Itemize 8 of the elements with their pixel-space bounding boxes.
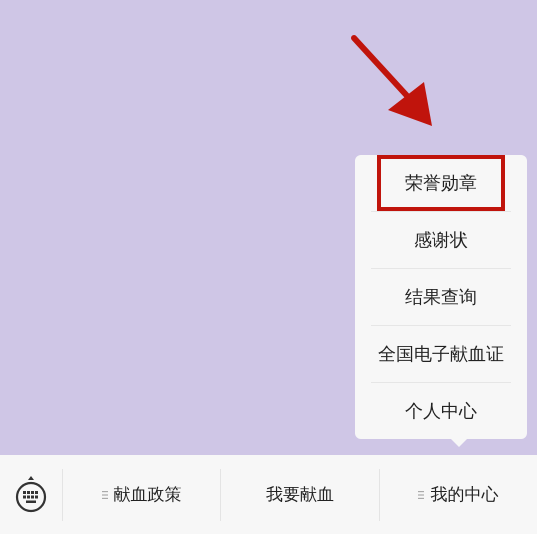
menu-item[interactable]: 全国电子献血证	[371, 326, 511, 382]
menu-item[interactable]: 荣誉勋章	[377, 155, 505, 211]
menu-item[interactable]: 结果查询	[371, 269, 511, 325]
menu-item[interactable]: 感谢状	[371, 212, 511, 268]
menu-tab[interactable]: 我要献血	[220, 468, 379, 520]
menu-item[interactable]: 个人中心	[371, 383, 511, 439]
menu-tab[interactable]: 我的中心	[378, 468, 537, 520]
menu-tab[interactable]: 献血政策	[62, 468, 220, 520]
